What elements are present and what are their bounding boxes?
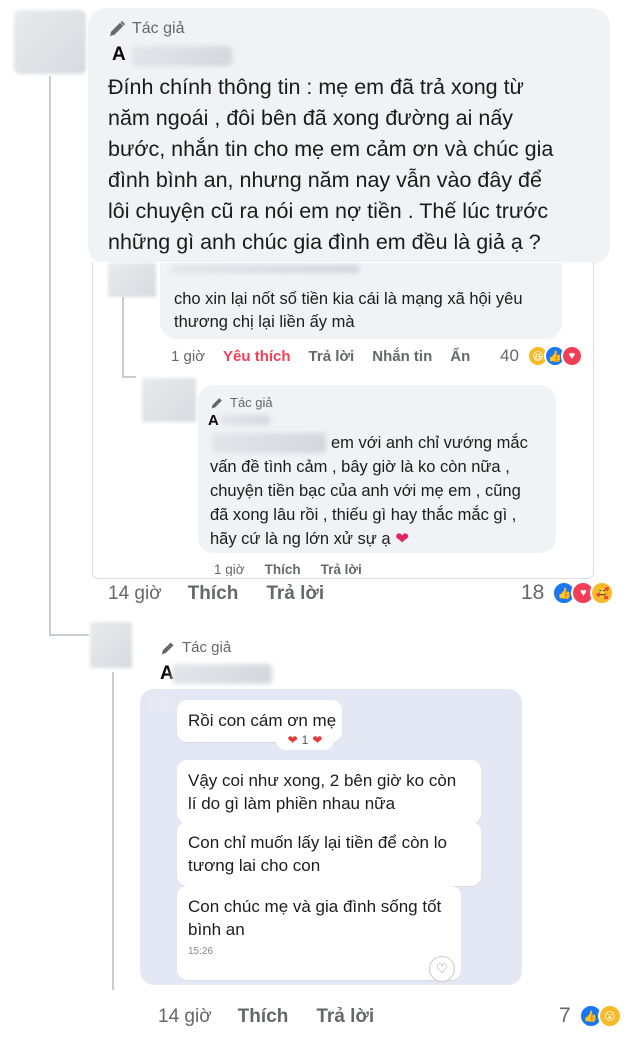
author-initial[interactable]: A	[112, 44, 126, 65]
name-redacted	[220, 415, 270, 425]
care-icon: 🥰	[590, 581, 615, 605]
avatar[interactable]	[142, 378, 196, 422]
message-button[interactable]: Nhắn tin	[372, 348, 432, 365]
reply-line: thương chị lại liền ấy mà	[174, 313, 355, 331]
author-name[interactable]: A	[112, 44, 126, 66]
author-tag-label: Tác giả	[230, 395, 273, 410]
comment-time[interactable]: 14 giờ	[158, 1006, 212, 1028]
name-redacted	[172, 664, 272, 684]
reply-line: hãy cứ là ng lớn xử sự ạ	[210, 530, 391, 548]
reply-line: vấn đề tình cảm , bây giờ là ko còn nữa …	[210, 458, 510, 476]
wow-icon: 😮	[597, 1004, 622, 1028]
thread-line	[122, 376, 136, 378]
reaction-summary[interactable]: 18 👍 ♥ 🥰	[521, 581, 615, 605]
pencil-icon	[160, 640, 176, 656]
thread-line	[49, 634, 89, 636]
pencil-icon	[210, 396, 224, 410]
chat-heart-count: 1	[301, 733, 309, 747]
comment-line: bước, nhắn tin cho mẹ em cảm ơn và chúc …	[108, 137, 554, 161]
comment-line: năm ngoái , đôi bên đã xong đường ai nấy	[108, 106, 514, 130]
chat-message-line: bình an	[188, 920, 245, 939]
author-tag-label: Tác giả	[132, 20, 185, 37]
reaction-summary[interactable]: 40 😆 👍 ♥	[500, 345, 583, 367]
reply-line: em với anh chỉ vướng mắc	[331, 434, 528, 452]
reply-actions: 1 giờ Yêu thích Trả lời Nhắn tin Ẩn	[171, 348, 492, 365]
author-name[interactable]: A	[208, 412, 219, 429]
avatar[interactable]	[90, 622, 132, 668]
chat-message-line: Rồi con cám ơn mẹ	[188, 711, 337, 730]
name-redacted	[170, 265, 360, 273]
like-button[interactable]: Thích	[238, 1006, 289, 1028]
reaction-count: 7	[559, 1004, 571, 1027]
reply-button[interactable]: Trả lời	[266, 583, 324, 605]
like-button[interactable]: Thích	[188, 583, 239, 605]
pencil-icon	[108, 20, 126, 38]
comment-actions: 14 giờ Thích Trả lời	[108, 583, 346, 605]
reply-line: đã xong lâu rồi , thiếu gì hay thắc mắc …	[210, 506, 517, 524]
comment-text: Đính chính thông tin : mẹ em đã trả xong…	[108, 72, 553, 258]
chat-avatar	[148, 696, 176, 712]
author-badge: Tác giả	[210, 395, 273, 410]
chat-reaction-pill: ❤ 1 ❤	[276, 730, 334, 750]
heart-emoji: ❤	[395, 530, 410, 548]
chat-message-line: lí do gì làm phiền nhau nữa	[188, 794, 396, 813]
author-tag-label: Tác giả	[182, 639, 232, 656]
avatar[interactable]	[108, 263, 156, 297]
main-comment-bubble: Tác giả A Đính chính thông tin : mẹ em đ…	[88, 8, 610, 264]
reaction-count: 40	[500, 346, 519, 365]
love-icon: ♥	[560, 345, 583, 367]
avatar[interactable]	[14, 10, 86, 74]
reply-text: cho xin lại nốt số tiền kia cái là mạng …	[174, 288, 523, 334]
comment-time[interactable]: 14 giờ	[108, 583, 162, 605]
chat-message-line: Vậy coi như xong, 2 bên giờ ko còn	[188, 771, 457, 790]
reaction-summary[interactable]: 7 👍 😮	[559, 1004, 622, 1028]
reaction-count: 18	[521, 581, 545, 604]
embedded-author-bubble: Tác giả A em với anh chỉ vướng mắc vấn đ…	[198, 385, 556, 553]
comment-line: đình bình an, nhưng năm nay vẫn vào đây …	[108, 168, 542, 192]
chat-message: Con chỉ muốn lấy lại tiền để còn lo tươn…	[177, 822, 481, 886]
heart-icon: ❤	[312, 733, 323, 747]
chat-timestamp: 15:26	[188, 946, 214, 957]
reply-actions: 1 giờ Thích Trả lời	[214, 562, 384, 576]
chat-message: Con chúc mẹ và gia đình sống tốt bình an…	[177, 886, 461, 980]
chat-message-line: tương lai cho con	[188, 856, 321, 875]
heart-react-button[interactable]: ♡	[429, 956, 455, 982]
thread-line	[49, 76, 51, 636]
heart-icon: ❤	[287, 733, 298, 747]
author-badge: Tác giả	[160, 639, 231, 656]
reply-line: cho xin lại nốt số tiền kia cái là mạng …	[174, 290, 523, 308]
hide-button[interactable]: Ẩn	[450, 348, 470, 365]
reply-button[interactable]: Trả lời	[321, 562, 362, 576]
comment-line: lôi chuyện cũ ra nói em nợ tiền . Thế lú…	[108, 199, 549, 223]
chat-message: Vậy coi như xong, 2 bên giờ ko còn lí do…	[177, 760, 481, 824]
reply-time[interactable]: 1 giờ	[214, 562, 245, 576]
reply-line: chuyện tiền bạc của anh với mẹ em , cũng	[210, 482, 521, 500]
embedded-reply-bubble: cho xin lại nốt số tiền kia cái là mạng …	[160, 263, 562, 339]
comment-line: Đính chính thông tin : mẹ em đã trả xong…	[108, 75, 524, 99]
like-button[interactable]: Thích	[265, 562, 301, 576]
chat-message-line: Con chỉ muốn lấy lại tiền để còn lo	[188, 833, 447, 852]
author-badge: Tác giả	[108, 20, 184, 38]
author-name-redacted	[132, 46, 232, 66]
author-initial[interactable]: A	[208, 412, 219, 429]
reply-button[interactable]: Trả lời	[309, 348, 355, 365]
love-button[interactable]: Yêu thích	[223, 348, 291, 365]
comment-actions: 14 giờ Thích Trả lời	[158, 1006, 396, 1028]
reply-text: em với anh chỉ vướng mắc vấn đề tình cảm…	[210, 431, 528, 551]
reply-button[interactable]: Trả lời	[316, 1006, 374, 1028]
thread-line	[122, 297, 124, 377]
reply-time[interactable]: 1 giờ	[171, 348, 205, 365]
thread-line	[112, 672, 114, 990]
comment-line: những gì anh chúc gia đình em đều là giả…	[108, 230, 541, 254]
chat-message-line: Con chúc mẹ và gia đình sống tốt	[188, 897, 442, 916]
